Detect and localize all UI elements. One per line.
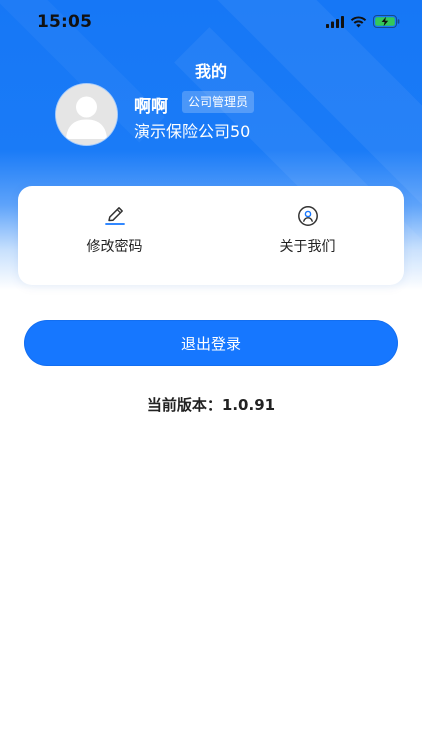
- status-time: 15:05: [37, 12, 93, 32]
- avatar-placeholder-icon: [56, 84, 117, 145]
- version-value: 1.0.91: [221, 396, 276, 414]
- about-us-label: 关于我们: [279, 239, 336, 255]
- status-icons: [326, 15, 400, 28]
- logout-button[interactable]: 退出登录: [24, 320, 398, 366]
- status-bar: 15:05: [0, 0, 422, 46]
- version-label: 当前版本：: [146, 396, 222, 414]
- battery-charging-icon: [373, 15, 400, 28]
- change-password-button[interactable]: 修改密码: [18, 186, 211, 285]
- user-circle-icon: [297, 205, 319, 227]
- about-us-button[interactable]: 关于我们: [211, 186, 404, 285]
- version-info: 当前版本：1.0.91: [0, 394, 422, 415]
- change-password-label: 修改密码: [86, 239, 143, 255]
- avatar[interactable]: [56, 84, 117, 145]
- actions-card: 修改密码 关于我们: [18, 186, 404, 285]
- wifi-icon: [350, 15, 367, 27]
- role-badge: 公司管理员: [182, 91, 255, 113]
- user-name: 啊啊: [134, 97, 168, 117]
- page-title: 我的: [194, 62, 227, 81]
- company-name: 演示保险公司50: [134, 122, 251, 141]
- signal-icon: [326, 15, 344, 28]
- edit-pen-icon: [104, 205, 126, 227]
